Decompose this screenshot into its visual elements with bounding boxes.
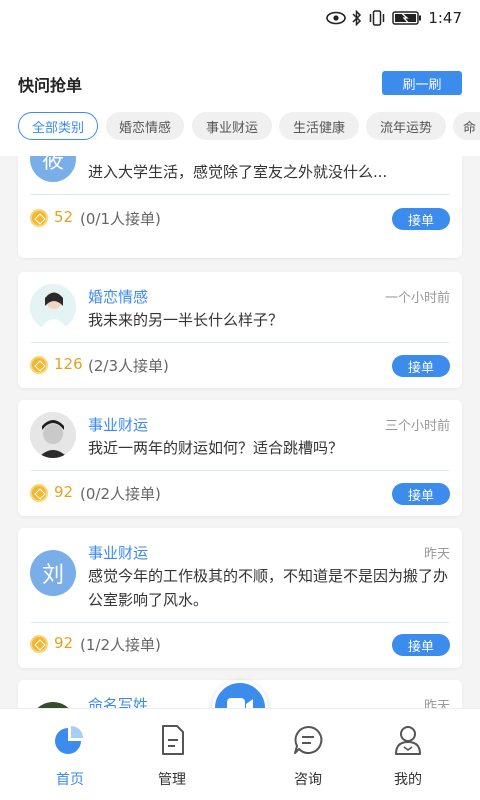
question-category: 婚恋情感 bbox=[88, 288, 149, 306]
card-divider bbox=[30, 470, 450, 471]
man-photo-icon bbox=[30, 412, 76, 458]
status-bar: 1:47 bbox=[0, 0, 480, 36]
post-time: 昨天 bbox=[423, 699, 450, 708]
tab-home[interactable]: 首页 bbox=[30, 723, 110, 789]
reward-amount: 92 bbox=[54, 634, 74, 652]
takers-count: (2/3人接单) bbox=[88, 357, 169, 375]
card-divider bbox=[30, 342, 450, 343]
avatar-initial: 刘 bbox=[41, 563, 64, 588]
page-title: 快问抢单 bbox=[18, 76, 83, 95]
post-time: 一个小时前 bbox=[384, 291, 450, 306]
coin-icon bbox=[30, 209, 48, 227]
bottom-tab-bar: 首页 管理 咨询 我的 bbox=[0, 708, 480, 800]
avatar bbox=[30, 284, 76, 330]
take-order-button[interactable]: 接单 bbox=[392, 634, 450, 656]
question-category: 事业财运 bbox=[88, 544, 149, 562]
reward-amount: 52 bbox=[54, 208, 74, 226]
question-category: 命名写姓 bbox=[88, 696, 149, 708]
category-chip-love[interactable]: 婚恋情感 bbox=[106, 112, 184, 140]
take-order-button[interactable]: 接单 bbox=[392, 483, 450, 505]
post-time: 三个小时前 bbox=[384, 419, 450, 434]
avatar bbox=[30, 412, 76, 458]
avatar: 筱 bbox=[30, 156, 76, 182]
tab-manage[interactable]: 管理 bbox=[132, 723, 212, 789]
question-card[interactable]: 婚恋情感 一个小时前 我未来的另一半长什么样子？ 126 (2/3人接单) 接单 bbox=[18, 272, 462, 388]
takers-count: (1/2人接单) bbox=[80, 636, 161, 654]
take-order-button[interactable]: 接单 bbox=[392, 208, 450, 230]
battery-icon bbox=[392, 10, 422, 26]
status-time: 1:47 bbox=[428, 9, 462, 27]
woman-photo-icon bbox=[30, 284, 76, 330]
home-pie-icon bbox=[53, 726, 87, 761]
card-divider bbox=[30, 194, 450, 195]
category-chip-health[interactable]: 生活健康 bbox=[279, 112, 359, 140]
takers-count: (0/2人接单) bbox=[80, 485, 161, 503]
tab-mine[interactable]: 我的 bbox=[368, 723, 448, 789]
takers-count: (0/1人接单) bbox=[80, 210, 161, 228]
tab-label: 管理 bbox=[158, 772, 186, 788]
question-text: 我现在人际关系怎么样？可以交到什么知己吗？因为刚进入大学生活，感觉除了室友之外就… bbox=[88, 156, 448, 181]
post-time: 昨天 bbox=[423, 547, 450, 562]
reward-amount: 92 bbox=[54, 483, 74, 501]
question-feed[interactable]: 筱 我现在人际关系怎么样？可以交到什么知己吗？因为刚进入大学生活，感觉除了室友之… bbox=[0, 156, 480, 708]
document-icon bbox=[155, 725, 189, 761]
chat-bubble-icon bbox=[291, 725, 325, 761]
question-category: 事业财运 bbox=[88, 416, 149, 434]
bluetooth-icon bbox=[352, 10, 362, 26]
reward-amount: 126 bbox=[54, 355, 83, 373]
vibrate-icon bbox=[368, 10, 386, 26]
tab-label: 咨询 bbox=[294, 772, 322, 788]
eye-icon bbox=[326, 11, 347, 25]
header: 快问抢单 刷一刷 全部类别 婚恋情感 事业财运 生活健康 流年运势 命 bbox=[0, 36, 480, 156]
coin-icon bbox=[30, 484, 48, 502]
tab-label: 我的 bbox=[394, 772, 422, 788]
question-text: 感觉今年的工作极其的不顺，不知道是不是因为搬了办公室影响了风水。 bbox=[88, 567, 449, 609]
tab-label: 首页 bbox=[56, 772, 84, 788]
card-divider bbox=[30, 622, 450, 623]
question-card[interactable]: 事业财运 三个小时前 我近一两年的财运如何？适合跳槽吗？ 92 (0/2人接单)… bbox=[18, 400, 462, 516]
tab-consult[interactable]: 咨询 bbox=[268, 723, 348, 789]
avatar: 刘 bbox=[30, 550, 76, 596]
question-text: 我近一两年的财运如何？适合跳槽吗？ bbox=[88, 439, 344, 457]
question-text: 我未来的另一半长什么样子？ bbox=[88, 311, 284, 329]
category-filter-bar: 全部类别 婚恋情感 事业财运 生活健康 流年运势 命 bbox=[0, 112, 480, 142]
person-icon bbox=[391, 726, 425, 761]
coin-icon bbox=[30, 356, 48, 374]
category-chip-annual[interactable]: 流年运势 bbox=[366, 112, 446, 140]
avatar-initial: 筱 bbox=[41, 156, 64, 174]
coin-icon bbox=[30, 635, 48, 653]
category-chip-all[interactable]: 全部类别 bbox=[18, 112, 98, 140]
category-chip-career[interactable]: 事业财运 bbox=[192, 112, 272, 140]
question-card[interactable]: 刘 事业财运 昨天 感觉今年的工作极其的不顺，不知道是不是因为搬了办公室影响了风… bbox=[18, 528, 462, 668]
take-order-button[interactable]: 接单 bbox=[392, 355, 450, 377]
refresh-button[interactable]: 刷一刷 bbox=[382, 71, 462, 95]
category-chip-naming[interactable]: 命 bbox=[453, 112, 480, 140]
question-card[interactable]: 筱 我现在人际关系怎么样？可以交到什么知己吗？因为刚进入大学生活，感觉除了室友之… bbox=[18, 156, 462, 258]
